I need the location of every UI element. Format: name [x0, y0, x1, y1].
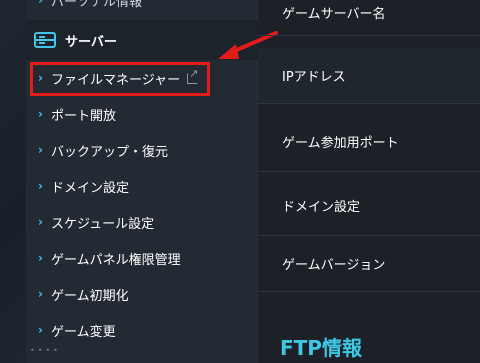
- info-row-game-port: ゲーム参加用ポート: [258, 112, 480, 172]
- sidebar-item-port-open[interactable]: › ポート開放: [26, 96, 258, 132]
- chevron-right-icon: ›: [38, 143, 43, 157]
- sidebar-item-label: ゲームパネル権限管理: [51, 252, 181, 268]
- sidebar-item-label: スケジュール設定: [51, 216, 155, 232]
- sidebar-item-label: ファイルマネージャー: [51, 72, 181, 88]
- server-icon: [34, 32, 56, 48]
- chevron-right-icon: ›: [38, 323, 43, 337]
- info-row-label: ドメイン設定: [282, 200, 361, 215]
- sidebar-item-label: ドメイン設定: [51, 180, 130, 196]
- sidebar-item-schedule-settings[interactable]: › スケジュール設定: [26, 204, 258, 240]
- sidebar-item-label: パーソナル情報: [51, 0, 143, 10]
- sidebar: › パーソナル情報 サーバー › ファイルマネージャー › ポート開放 › バッ…: [26, 0, 258, 363]
- sidebar-item-game-reset[interactable]: › ゲーム初期化: [26, 276, 258, 312]
- info-row-game-version: ゲームバージョン: [258, 236, 480, 292]
- sidebar-item-domain-settings[interactable]: › ドメイン設定: [26, 168, 258, 204]
- sidebar-item-file-manager[interactable]: › ファイルマネージャー: [26, 60, 258, 96]
- chevron-right-icon: ›: [38, 179, 43, 193]
- sidebar-section-server[interactable]: サーバー: [26, 20, 258, 60]
- section-title-ftp: FTP情報: [280, 336, 362, 360]
- page-background: [0, 0, 26, 363]
- chevron-right-icon: ›: [38, 0, 43, 7]
- external-link-icon: [187, 67, 198, 84]
- info-row-label: ゲームバージョン: [282, 258, 386, 273]
- sidebar-item-game-change[interactable]: › ゲーム変更: [26, 312, 258, 348]
- sidebar-item-label: バックアップ・復元: [51, 144, 169, 160]
- info-row-label: ゲーム参加用ポート: [282, 136, 399, 151]
- info-row-domain-settings: ドメイン設定: [258, 176, 480, 236]
- server-info-panel: ゲームサーバー名 IPアドレス ゲーム参加用ポート ドメイン設定 ゲームバージョ…: [258, 0, 480, 363]
- chevron-right-icon: ›: [38, 287, 43, 301]
- chevron-right-icon: ›: [38, 251, 43, 265]
- sidebar-item-label: ポート開放: [51, 108, 117, 124]
- sidebar-item-personal-info[interactable]: › パーソナル情報: [26, 0, 258, 18]
- info-row-label: IPアドレス: [282, 70, 346, 85]
- sidebar-section-label: サーバー: [65, 34, 117, 50]
- sidebar-item-label: ゲーム初期化: [51, 288, 129, 304]
- info-row-ip-address: IPアドレス: [258, 48, 480, 104]
- chevron-right-icon: ›: [38, 107, 43, 121]
- sidebar-item-label: ゲーム変更: [51, 324, 116, 340]
- sidebar-item-game-panel-permissions[interactable]: › ゲームパネル権限管理: [26, 240, 258, 276]
- info-row-game-server-name: ゲームサーバー名: [258, 0, 480, 36]
- chevron-right-icon: ›: [38, 71, 43, 85]
- chevron-right-icon: ›: [38, 215, 43, 229]
- info-row-label: ゲームサーバー名: [282, 7, 386, 22]
- scroll-indicator-dots: ••••: [30, 346, 61, 355]
- sidebar-item-backup-restore[interactable]: › バックアップ・復元: [26, 132, 258, 168]
